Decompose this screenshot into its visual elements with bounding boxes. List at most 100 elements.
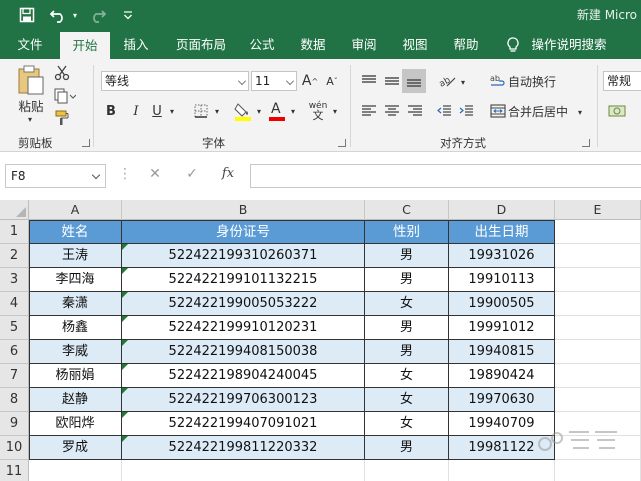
cell-gender[interactable]: 女 — [365, 388, 449, 412]
fill-color-icon[interactable] — [232, 99, 254, 123]
row-header-6[interactable]: 6 — [0, 340, 29, 364]
clipboard-launcher-icon[interactable] — [82, 139, 90, 147]
tab-home[interactable]: 开始 — [60, 32, 110, 59]
format-painter-icon[interactable] — [52, 109, 72, 127]
cancel-formula-button[interactable]: ✕ — [143, 166, 167, 186]
wrap-text-icon[interactable]: ab — [488, 71, 508, 91]
cell-gender[interactable]: 女 — [365, 292, 449, 316]
cell-gender[interactable]: 女 — [365, 412, 449, 436]
increase-indent-icon[interactable] — [456, 101, 476, 121]
cell-empty[interactable] — [449, 460, 555, 481]
cell-name[interactable]: 欧阳烨 — [29, 412, 122, 436]
cell-name[interactable]: 王涛 — [29, 244, 122, 268]
cell-name[interactable]: 秦潇 — [29, 292, 122, 316]
cell-gender[interactable]: 男 — [365, 316, 449, 340]
paste-dropdown-icon[interactable]: ▾ — [24, 115, 36, 124]
customize-toolbar-icon[interactable] — [120, 4, 136, 26]
cell-birth-date[interactable]: 19910113 — [449, 268, 555, 292]
cell-birth-date[interactable]: 19970630 — [449, 388, 555, 412]
cell-gender[interactable]: 男 — [365, 244, 449, 268]
row-header-3[interactable]: 3 — [0, 268, 29, 292]
cell-id-number[interactable]: 522422199408150038 — [122, 340, 365, 364]
row-header-11[interactable]: 11 — [0, 460, 29, 481]
tab-view[interactable]: 视图 — [393, 30, 437, 59]
cell-birth-date[interactable]: 19890424 — [449, 364, 555, 388]
phonetic-guide-button[interactable]: wén 文 — [306, 99, 330, 123]
cell-id-number[interactable]: 522422198904240045 — [122, 364, 365, 388]
cell-empty[interactable] — [29, 460, 122, 481]
merge-center-icon[interactable] — [488, 101, 508, 121]
tab-insert[interactable]: 插入 — [114, 30, 158, 59]
tab-review[interactable]: 审阅 — [342, 30, 386, 59]
row-header-5[interactable]: 5 — [0, 316, 29, 340]
clipboard-paste-icon[interactable] — [14, 65, 48, 97]
cell-empty[interactable] — [555, 364, 641, 388]
currency-format-icon[interactable] — [606, 101, 634, 121]
cell-empty[interactable] — [555, 220, 641, 244]
align-middle-icon[interactable] — [381, 71, 403, 91]
cell-empty[interactable] — [555, 244, 641, 268]
column-header-d[interactable]: D — [449, 200, 555, 220]
number-format-combo[interactable]: 常规 — [603, 71, 641, 91]
underline-button[interactable]: U — [148, 101, 166, 121]
alignment-launcher-icon[interactable] — [582, 139, 590, 147]
cell-gender[interactable]: 女 — [365, 364, 449, 388]
row-header-4[interactable]: 4 — [0, 292, 29, 316]
wrap-text-button[interactable]: 自动换行 — [508, 71, 560, 91]
cell-empty[interactable] — [122, 460, 365, 481]
cell-id-number[interactable]: 522422199101132215 — [122, 268, 365, 292]
underline-dropdown-icon[interactable]: ▾ — [167, 103, 177, 119]
column-header-c[interactable]: C — [365, 200, 449, 220]
align-left-icon[interactable] — [358, 101, 380, 121]
orientation-icon[interactable]: ab — [436, 71, 460, 91]
table-header-gender[interactable]: 性别 — [365, 220, 449, 244]
cell-empty[interactable] — [555, 388, 641, 412]
cell-name[interactable]: 杨丽娟 — [29, 364, 122, 388]
cut-icon[interactable] — [52, 64, 72, 82]
shrink-font-button[interactable]: Aˇ — [322, 71, 342, 91]
align-top-icon[interactable] — [358, 71, 380, 91]
undo-dropdown-icon[interactable]: ▾ — [70, 4, 80, 26]
row-header-10[interactable]: 10 — [0, 436, 29, 460]
cell-birth-date[interactable]: 19900505 — [449, 292, 555, 316]
cell-birth-date[interactable]: 19940815 — [449, 340, 555, 364]
tab-data[interactable]: 数据 — [291, 30, 335, 59]
font-color-dropdown-icon[interactable]: ▾ — [288, 103, 298, 119]
column-header-a[interactable]: A — [29, 200, 122, 220]
table-header-id-number[interactable]: 身份证号 — [122, 220, 365, 244]
enter-formula-button[interactable]: ✓ — [180, 166, 204, 186]
align-right-icon[interactable] — [404, 101, 426, 121]
font-color-icon[interactable]: A — [266, 99, 288, 123]
cell-gender[interactable]: 男 — [365, 268, 449, 292]
tab-formulas[interactable]: 公式 — [240, 30, 284, 59]
cell-name[interactable]: 李威 — [29, 340, 122, 364]
font-launcher-icon[interactable] — [338, 139, 346, 147]
name-box[interactable]: F8 — [5, 164, 106, 188]
select-all-button[interactable] — [0, 200, 29, 220]
cell-empty[interactable] — [555, 460, 641, 481]
cell-id-number[interactable]: 522422199910120231 — [122, 316, 365, 340]
column-header-b[interactable]: B — [122, 200, 365, 220]
tab-page-layout[interactable]: 页面布局 — [168, 30, 234, 59]
redo-icon[interactable] — [86, 4, 108, 26]
tab-file[interactable]: 文件 — [8, 30, 52, 59]
italic-button[interactable]: I — [127, 101, 145, 121]
cell-gender[interactable]: 男 — [365, 340, 449, 364]
paste-label[interactable]: 粘贴 — [16, 97, 46, 114]
font-size-combo[interactable]: 11 — [251, 71, 297, 91]
column-header-e[interactable]: E — [555, 200, 641, 220]
decrease-indent-icon[interactable] — [434, 101, 454, 121]
save-icon[interactable] — [14, 4, 40, 26]
cell-id-number[interactable]: 522422199811220332 — [122, 436, 365, 460]
borders-dropdown-icon[interactable]: ▾ — [212, 103, 222, 119]
merge-dropdown-icon[interactable]: ▾ — [575, 105, 585, 119]
formula-input[interactable] — [250, 164, 641, 188]
copy-icon[interactable] — [52, 87, 78, 105]
font-name-combo[interactable]: 等线 — [101, 71, 249, 91]
cell-id-number[interactable]: 522422199706300123 — [122, 388, 365, 412]
cell-id-number[interactable]: 522422199310260371 — [122, 244, 365, 268]
table-header-birth-date[interactable]: 出生日期 — [449, 220, 555, 244]
cell-id-number[interactable]: 522422199005053222 — [122, 292, 365, 316]
fill-color-dropdown-icon[interactable]: ▾ — [254, 103, 264, 119]
cell-empty[interactable] — [555, 268, 641, 292]
